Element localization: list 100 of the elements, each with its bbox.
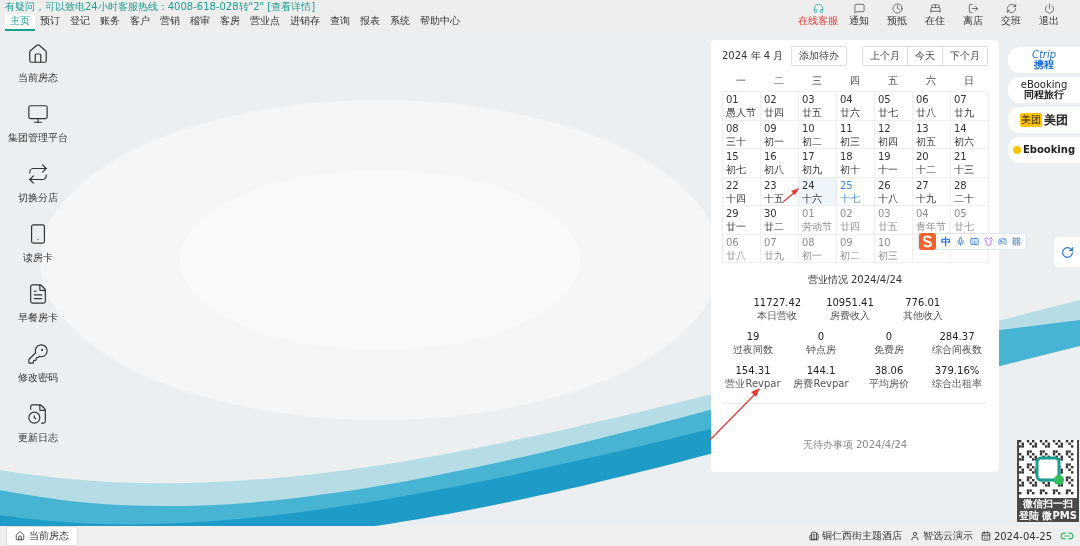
- microphone-icon[interactable]: [956, 237, 965, 246]
- sidebar-item[interactable]: 早餐房卡: [17, 311, 58, 325]
- calendar-day[interactable]: 14 初六: [951, 120, 989, 149]
- calendar-day[interactable]: 17 初九: [799, 149, 837, 178]
- partner-logo-button[interactable]: 美团 美团: [1008, 107, 1080, 133]
- partner-logo-button[interactable]: eBooking 同程旅行: [1008, 77, 1080, 103]
- calendar-day[interactable]: 07 廿九: [761, 234, 799, 263]
- sidebar-item[interactable]: 更新日志: [17, 431, 58, 445]
- gamepad-icon[interactable]: [998, 237, 1007, 246]
- stat-value: 0: [885, 331, 893, 342]
- calendar-day[interactable]: 11 初三: [837, 120, 875, 149]
- calendar-day[interactable]: 02 廿四: [761, 92, 799, 121]
- calendar-day[interactable]: 05 廿七: [951, 206, 989, 235]
- toolbar-button[interactable]: 在住: [918, 3, 952, 31]
- stat-label: 综合出租率: [932, 377, 982, 391]
- ime-toolbar[interactable]: 中: [918, 233, 1027, 250]
- keyboard-icon[interactable]: [970, 237, 979, 246]
- calendar-day[interactable]: 06 廿八: [913, 92, 951, 121]
- monitor-icon[interactable]: [26, 103, 49, 125]
- toolbar-button[interactable]: 通知: [842, 3, 876, 31]
- nav-tab[interactable]: 帮助中心: [415, 14, 465, 31]
- clock-icon: [891, 3, 903, 14]
- nav-tab[interactable]: 营销: [155, 14, 185, 31]
- partner-logo-button[interactable]: Ctrip 携程: [1008, 47, 1080, 73]
- refresh-icon: [1005, 3, 1017, 14]
- weekday-label: 六: [925, 74, 937, 88]
- calendar-day[interactable]: 06 廿八: [723, 234, 761, 263]
- nav-tab[interactable]: 报表: [355, 14, 385, 31]
- calendar-day[interactable]: 10 初三: [875, 234, 913, 263]
- nav-tab[interactable]: 进销存: [285, 14, 325, 31]
- nav-tab[interactable]: 营业点: [245, 14, 285, 31]
- calendar-day[interactable]: 02 廿四: [837, 206, 875, 235]
- calendar-day[interactable]: 24 十六: [799, 177, 837, 206]
- calendar-day[interactable]: 08 三十: [723, 120, 761, 149]
- house-icon[interactable]: [26, 43, 49, 65]
- sidebar-item[interactable]: 修改密码: [17, 371, 58, 385]
- sync-button[interactable]: [1054, 237, 1080, 267]
- nav-tab[interactable]: 主页: [5, 14, 35, 31]
- calendar-day[interactable]: 15 初七: [723, 149, 761, 178]
- sidebar-item[interactable]: 集团管理平台: [7, 131, 68, 145]
- nav-tab[interactable]: 客户: [125, 14, 155, 31]
- switch-icon[interactable]: [26, 163, 49, 185]
- calendar-day[interactable]: 04 青年节: [913, 206, 951, 235]
- stat-label: 房费收入: [830, 309, 870, 323]
- calendar-day[interactable]: 19 十一: [875, 149, 913, 178]
- annotation-arrow: [782, 188, 799, 203]
- key-icon[interactable]: [26, 343, 49, 365]
- calendar-day[interactable]: 09 初一: [761, 120, 799, 149]
- weekday-label: 二: [773, 74, 785, 88]
- current-date: 2024-04-25: [993, 530, 1052, 542]
- calendar-day[interactable]: 07 廿九: [951, 92, 989, 121]
- stat-label: 其他收入: [902, 309, 943, 323]
- toolbar-button[interactable]: 交班: [994, 3, 1028, 31]
- nav-tab[interactable]: 稽审: [185, 14, 215, 31]
- calendar-day[interactable]: 10 初二: [799, 120, 837, 149]
- calendar-day[interactable]: 16 初八: [761, 149, 799, 178]
- sidebar-item[interactable]: 读房卡: [22, 251, 53, 265]
- nav-tab[interactable]: 系统: [385, 14, 415, 31]
- partner-logo-button[interactable]: Ebooking: [1008, 137, 1080, 163]
- calendar-day[interactable]: 21 十三: [951, 149, 989, 178]
- stat-value: 144.1: [806, 365, 836, 376]
- weekday-label: 四: [849, 74, 861, 88]
- calendar-day[interactable]: 18 初十: [837, 149, 875, 178]
- calendar-day[interactable]: 29 廿一: [723, 206, 761, 235]
- calendar-day[interactable]: 20 十二: [913, 149, 951, 178]
- calendar-day[interactable]: 05 廿七: [875, 92, 913, 121]
- grid-icon[interactable]: [1012, 237, 1021, 246]
- stat-label: 营业Revpar: [725, 377, 781, 391]
- calendar-day[interactable]: 04 廿六: [837, 92, 875, 121]
- toolbar-button[interactable]: 退出: [1032, 3, 1066, 31]
- calendar-day[interactable]: 26 十八: [875, 177, 913, 206]
- month-nav-button[interactable]: 下个月: [942, 47, 987, 65]
- add-todo-button[interactable]: 添加待办: [791, 46, 848, 66]
- calendar-day[interactable]: 03 廿五: [875, 206, 913, 235]
- calendar-day[interactable]: 25 十七: [837, 177, 875, 206]
- toolbar-button[interactable]: 在线客服: [798, 3, 838, 31]
- calendar-day[interactable]: 27 十九: [913, 177, 951, 206]
- calendar-day[interactable]: 01 劳动节: [799, 206, 837, 235]
- nav-tab[interactable]: 查询: [325, 14, 355, 31]
- calendar-day[interactable]: 01 愚人节: [723, 92, 761, 121]
- nav-tab[interactable]: 预订: [35, 14, 65, 31]
- ime-mode-text[interactable]: 中: [941, 234, 951, 249]
- log-file-icon[interactable]: [26, 403, 49, 425]
- nav-tab[interactable]: 登记: [65, 14, 95, 31]
- calendar-day[interactable]: 22 十四: [723, 177, 761, 206]
- sidebar-item[interactable]: 当前房态: [17, 71, 58, 85]
- refresh-icon: [1060, 245, 1074, 259]
- calendar-day[interactable]: 09 初二: [837, 234, 875, 263]
- calendar-day[interactable]: 13 初五: [913, 120, 951, 149]
- calendar-day[interactable]: 03 廿五: [799, 92, 837, 121]
- toolbar-button[interactable]: 离店: [956, 3, 990, 31]
- calendar-day[interactable]: 08 初一: [799, 234, 837, 263]
- toolbar-button[interactable]: 预抵: [880, 3, 914, 31]
- calendar-day[interactable]: 30 廿二: [761, 206, 799, 235]
- room-status-button[interactable]: 当前房态: [6, 526, 78, 546]
- sidebar-item[interactable]: 切换分店: [17, 191, 58, 205]
- calendar-day[interactable]: 12 初四: [875, 120, 913, 149]
- nav-tab[interactable]: 客房: [215, 14, 245, 31]
- calendar-day[interactable]: 28 二十: [951, 177, 989, 206]
- nav-tab[interactable]: 账务: [95, 14, 125, 31]
